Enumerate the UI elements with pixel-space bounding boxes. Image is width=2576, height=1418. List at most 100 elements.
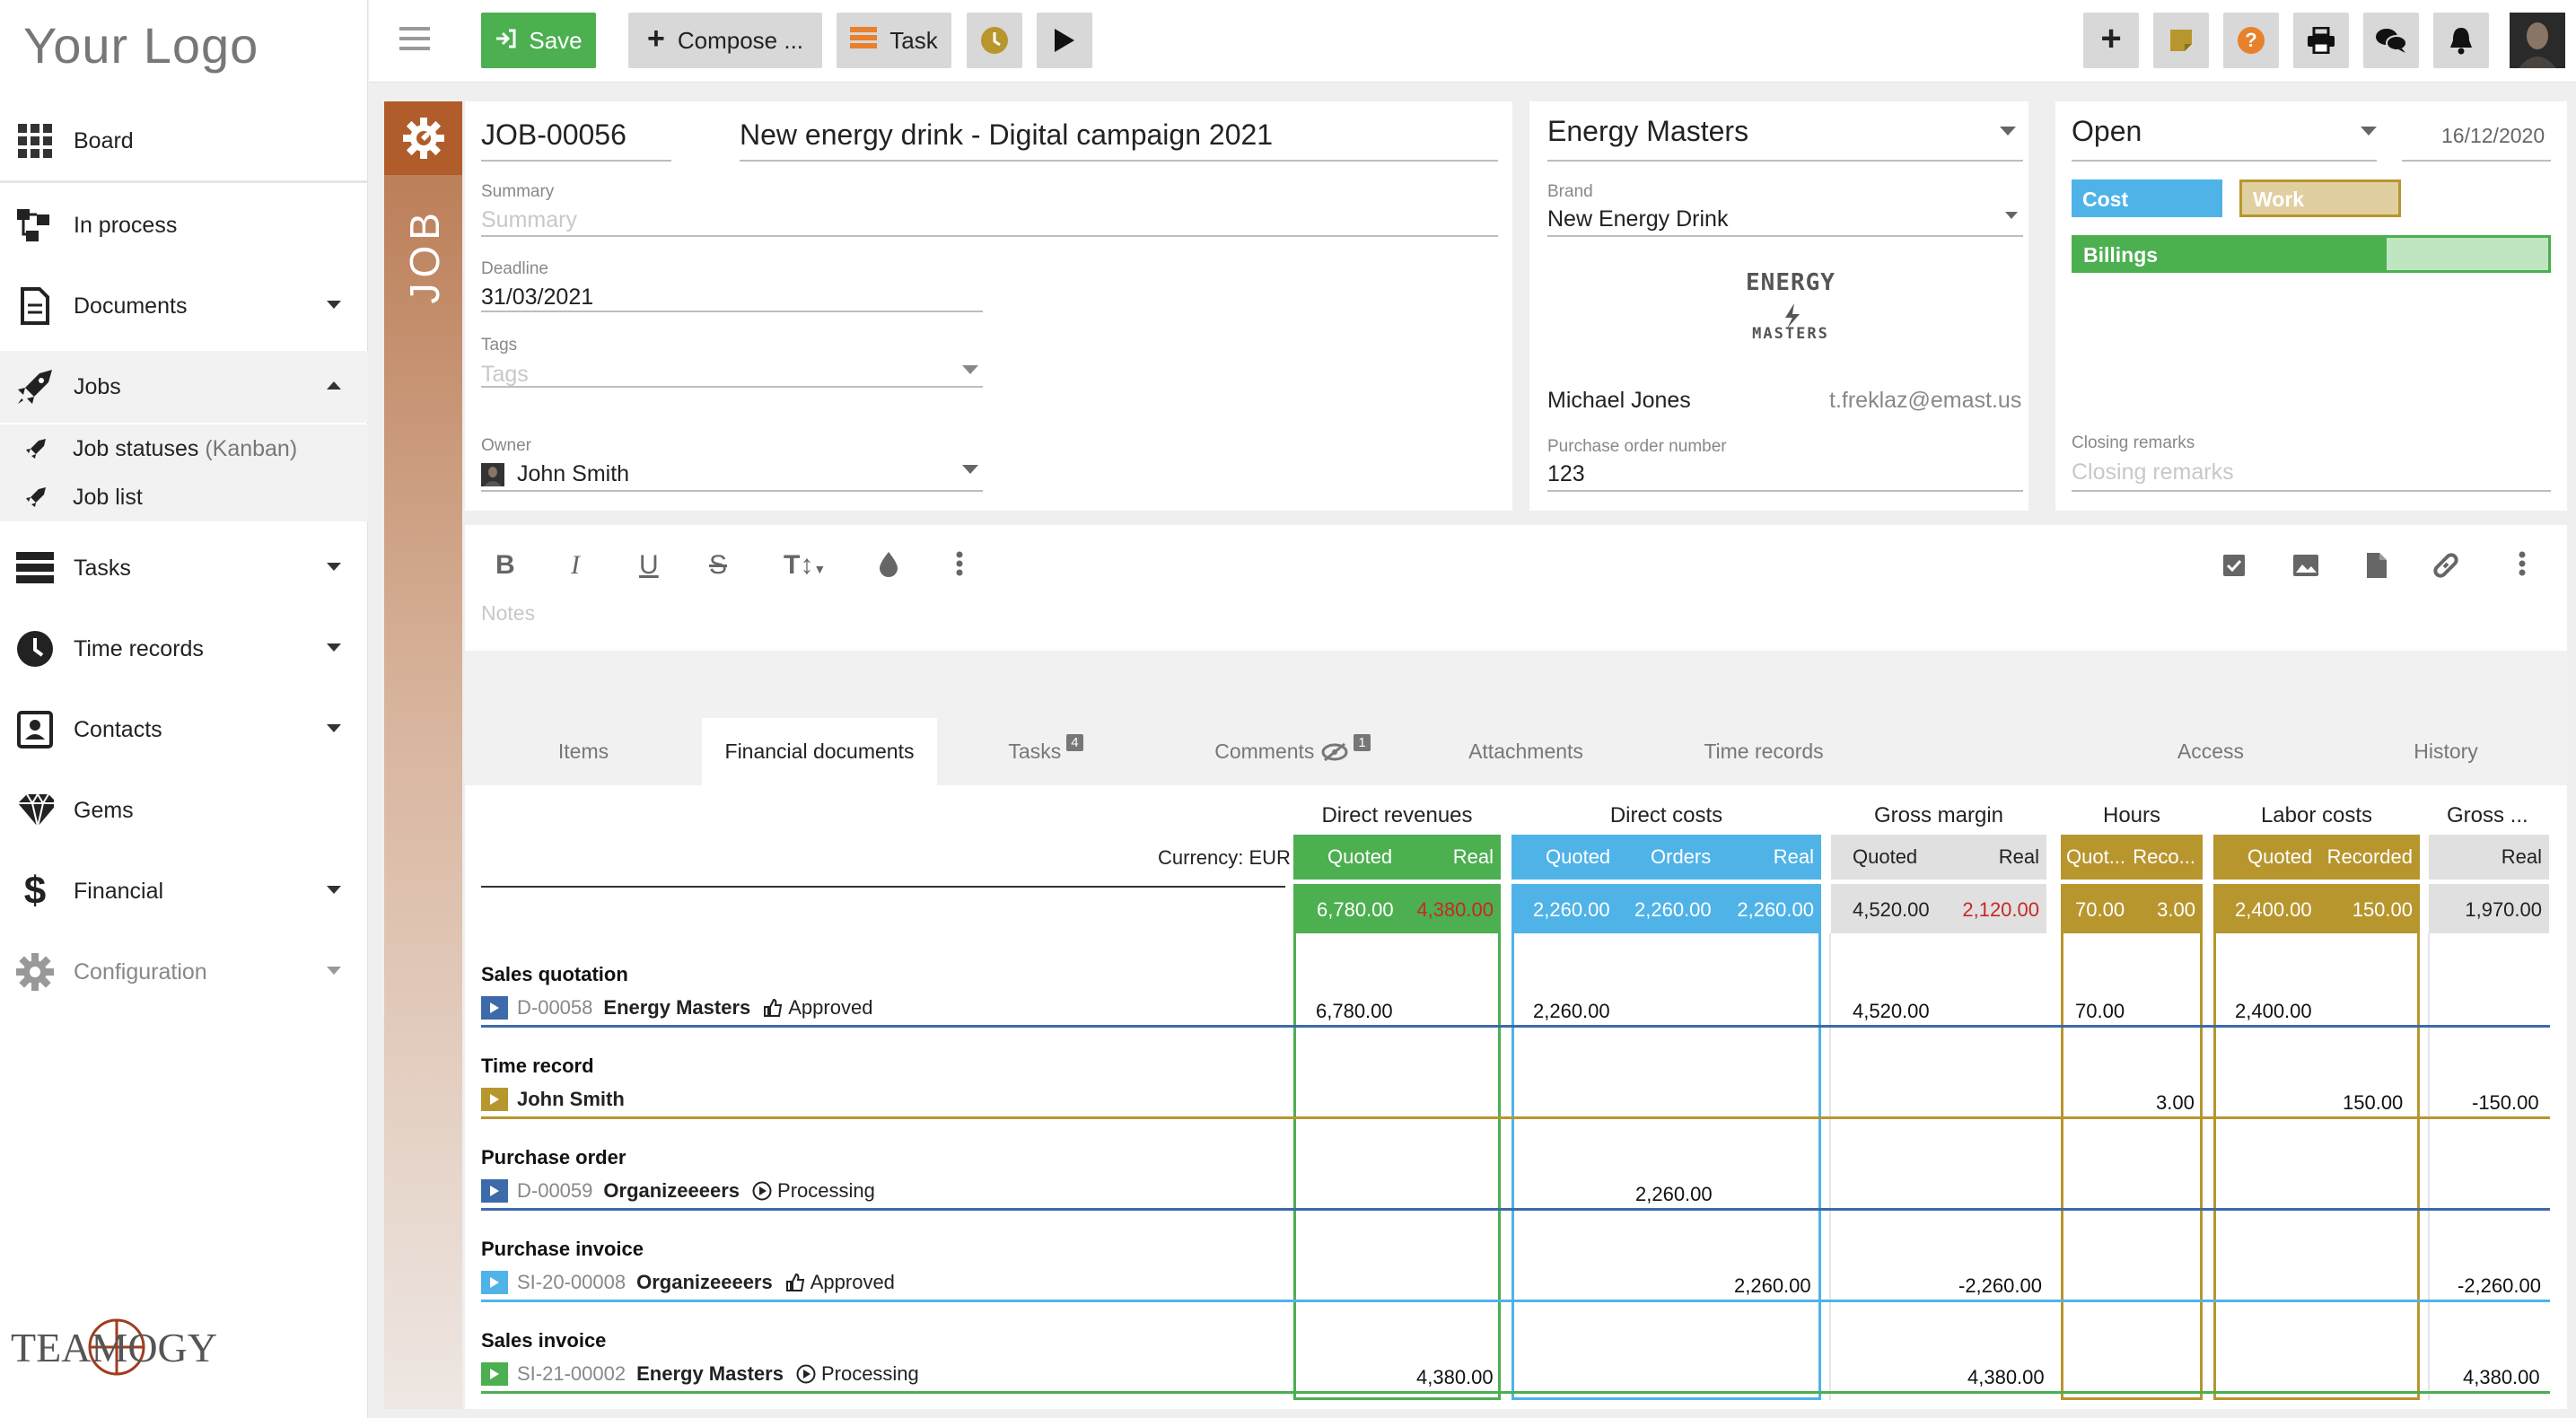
cost-badge[interactable]: Cost — [2072, 179, 2222, 217]
job-title[interactable]: New energy drink - Digital campaign 2021 — [740, 118, 1273, 152]
more-vertical-icon[interactable] — [955, 550, 964, 584]
col-quoted[interactable]: Quoted — [1546, 845, 1610, 869]
tab-time-records[interactable]: Time records — [1687, 718, 1840, 785]
party-name[interactable]: John Smith — [517, 1088, 625, 1111]
tab-history[interactable]: History — [2388, 718, 2504, 785]
sidebar-item-documents[interactable]: Documents — [0, 270, 368, 342]
party-name[interactable]: Organizeeeers — [603, 1179, 740, 1203]
sidebar-item-jobs[interactable]: Jobs — [0, 351, 368, 423]
file-icon[interactable] — [2366, 552, 2388, 586]
sticky-note-button[interactable] — [2153, 13, 2209, 68]
image-icon[interactable] — [2292, 554, 2319, 584]
expand-icon[interactable] — [481, 1362, 508, 1386]
text-size-icon[interactable]: T↕▼ — [784, 550, 826, 581]
sidebar-item-gems[interactable]: Gems — [0, 775, 368, 846]
print-button[interactable] — [2293, 13, 2349, 68]
notes-input[interactable]: Notes — [481, 601, 535, 626]
tab-tasks[interactable]: Tasks 4 — [978, 718, 1113, 785]
po-input[interactable]: 123 — [1547, 461, 1585, 487]
summary-input[interactable]: Summary — [481, 207, 577, 233]
col-real[interactable]: Real — [1999, 845, 2039, 869]
sidebar-subitem-job-statuses[interactable]: Job statuses (Kanban) — [0, 425, 368, 473]
col-recorded[interactable]: Recorded — [2327, 845, 2413, 869]
work-badge[interactable]: Work — [2239, 179, 2401, 217]
checkbox-icon[interactable] — [2222, 554, 2246, 584]
deadline-input[interactable]: 31/03/2021 — [481, 284, 593, 311]
expand-icon[interactable] — [481, 1271, 508, 1294]
sidebar-item-financial[interactable]: $ Financial — [0, 855, 368, 927]
bold-icon[interactable]: B — [495, 550, 515, 581]
closing-remarks-input[interactable]: Closing remarks — [2072, 460, 2234, 486]
tab-attachments[interactable]: Attachments — [1445, 718, 1607, 785]
notifications-button[interactable] — [2433, 13, 2489, 68]
sidebar-item-time-records[interactable]: Time records — [0, 613, 368, 685]
col-real[interactable]: Real — [1774, 845, 1814, 869]
sidebar-item-board[interactable]: Board — [0, 105, 368, 177]
sidebar-item-configuration[interactable]: Configuration — [0, 936, 368, 1008]
chat-button[interactable] — [2363, 13, 2419, 68]
col-real[interactable]: Real — [1453, 845, 1494, 869]
chevron-down-icon[interactable] — [962, 365, 978, 374]
underline-icon[interactable]: U — [639, 550, 659, 581]
doc-number[interactable]: D-00059 — [517, 1179, 592, 1203]
chevron-down-icon[interactable] — [962, 465, 978, 474]
italic-icon[interactable]: I — [571, 550, 580, 581]
col-quoted[interactable]: Quoted — [2247, 845, 2312, 869]
table-row[interactable]: SI-20-00008 Organizeeeers Approved — [481, 1271, 895, 1294]
client-select[interactable]: Energy Masters — [1547, 115, 1748, 148]
contact-name[interactable]: Michael Jones — [1547, 388, 1691, 414]
tags-input[interactable]: Tags — [481, 362, 529, 388]
link-icon[interactable] — [2432, 552, 2459, 586]
compose-button[interactable]: + Compose ... — [628, 13, 822, 68]
table-row[interactable]: John Smith — [481, 1088, 637, 1111]
expand-icon[interactable] — [481, 1088, 508, 1111]
chevron-down-icon[interactable] — [2000, 127, 2016, 136]
col-recorded[interactable]: Reco... — [2133, 845, 2195, 869]
status-date[interactable]: 16/12/2020 — [2441, 124, 2545, 148]
tab-comments[interactable]: Comments 1 — [1194, 718, 1391, 785]
chevron-down-icon[interactable] — [2005, 212, 2018, 219]
save-button[interactable]: Save — [481, 13, 596, 68]
col-quoted[interactable]: Quot... — [2066, 845, 2125, 869]
party-name[interactable]: Energy Masters — [603, 996, 750, 1020]
sidebar-item-contacts[interactable]: Contacts — [0, 694, 368, 766]
expand-icon[interactable] — [481, 1179, 508, 1203]
doc-number[interactable]: SI-21-00002 — [517, 1362, 626, 1386]
billings-progress[interactable]: Billings — [2072, 235, 2551, 273]
help-button[interactable]: ? — [2223, 13, 2279, 68]
doc-number[interactable]: SI-20-00008 — [517, 1271, 626, 1294]
col-quoted[interactable]: Quoted — [1853, 845, 1917, 869]
chevron-down-icon[interactable] — [2361, 127, 2377, 136]
col-quoted[interactable]: Quoted — [1327, 845, 1392, 869]
sidebar-item-in-process[interactable]: In process — [0, 189, 368, 261]
app-logo[interactable]: Your Logo — [23, 16, 258, 74]
col-orders[interactable]: Orders — [1651, 845, 1711, 869]
col-real[interactable]: Real — [2502, 845, 2542, 869]
table-row[interactable]: SI-21-00002 Energy Masters Processing — [481, 1362, 919, 1386]
sidebar-subitem-job-list[interactable]: Job list — [0, 473, 368, 521]
sidebar-item-tasks[interactable]: Tasks — [0, 532, 368, 604]
table-row[interactable]: D-00058 Energy Masters Approved — [481, 996, 872, 1020]
tab-financial-documents[interactable]: Financial documents — [702, 718, 937, 785]
party-name[interactable]: Energy Masters — [636, 1362, 784, 1386]
color-drop-icon[interactable] — [878, 550, 899, 584]
status-select[interactable]: Open — [2072, 115, 2142, 148]
timer-button[interactable] — [967, 13, 1022, 68]
task-button[interactable]: Task — [837, 13, 951, 68]
strikethrough-icon[interactable]: S — [709, 550, 727, 581]
play-circle-icon — [752, 1181, 772, 1201]
table-row[interactable]: D-00059 Organizeeeers Processing — [481, 1179, 875, 1203]
more-vertical-icon[interactable] — [2518, 550, 2527, 584]
add-button[interactable]: + — [2083, 13, 2139, 68]
party-name[interactable]: Organizeeeers — [636, 1271, 773, 1294]
tab-access[interactable]: Access — [2154, 718, 2267, 785]
doc-number[interactable]: D-00058 — [517, 996, 592, 1020]
expand-icon[interactable] — [481, 996, 508, 1020]
contact-email[interactable]: t.freklaz@emast.us — [1829, 388, 2021, 414]
owner-select[interactable]: John Smith — [517, 461, 629, 487]
user-avatar[interactable] — [2510, 13, 2565, 68]
hamburger-menu-icon[interactable] — [399, 27, 430, 54]
play-button[interactable] — [1037, 13, 1092, 68]
brand-select[interactable]: New Energy Drink — [1547, 206, 1728, 232]
tab-items[interactable]: Items — [503, 718, 664, 785]
